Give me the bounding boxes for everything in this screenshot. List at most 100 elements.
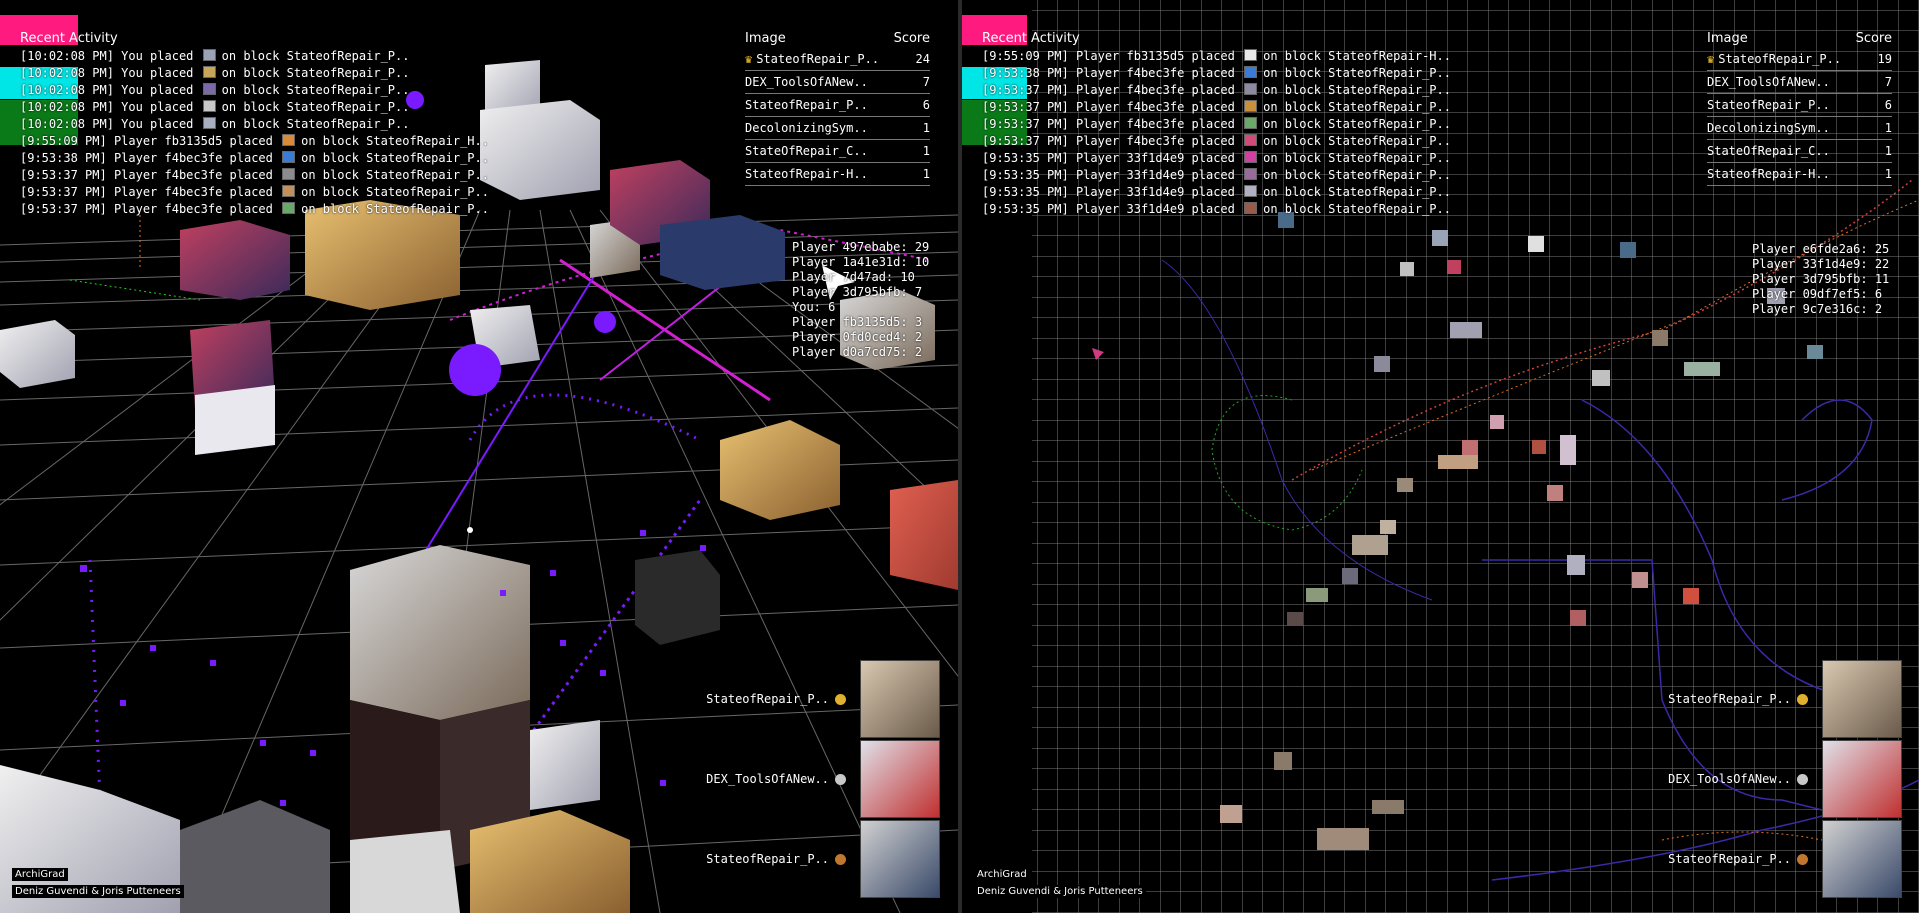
activity-text: Player 33f1d4e9 placed: [1075, 185, 1235, 199]
gallery-item[interactable]: StateofRepair_P..: [706, 820, 940, 898]
leaderboard-row: StateofRepair-H.. 1: [1707, 163, 1892, 186]
top-images-gallery[interactable]: StateofRepair_P.. DEX_ToolsOfANew.. Stateo…: [680, 660, 940, 905]
credits: ArchiGrad Deniz Guvendi & Joris Puttenee…: [12, 868, 184, 898]
activity-text: You placed: [121, 117, 194, 131]
gallery-image[interactable]: [860, 820, 940, 898]
activity-block: on block StateofRepair_P..: [221, 117, 410, 131]
activity-row: [9:53:37 PM] Player f4bec3fe placed on b…: [962, 82, 1451, 99]
activity-block: on block StateofRepair_P..: [301, 185, 489, 199]
player-score-row: You: 6: [792, 300, 836, 314]
player-score-row: Player e6fde2a6: 25: [1752, 242, 1890, 256]
activity-image-thumb: [1244, 117, 1258, 129]
activity-image-thumb: [1244, 202, 1258, 214]
leaderboard-score: 19: [1877, 52, 1892, 66]
player-score-row: Player fb3135d5: 3: [792, 315, 923, 329]
gallery-image[interactable]: [1822, 740, 1902, 818]
activity-row: [10:02:08 PM] You placed on block Stateo…: [0, 48, 489, 65]
activity-text: Player f4bec3fe placed: [113, 202, 273, 216]
leaderboard-name-cell: StateofRepair-H..: [1707, 163, 1830, 185]
leaderboard-image-name: StateOfRepair_C..: [745, 144, 868, 158]
activity-block: on block StateofRepair_P..: [1263, 117, 1451, 131]
leaderboard-name-cell: StateOfRepair_C..: [1707, 140, 1830, 162]
leaderboard-row: StateofRepair_P.. 6: [745, 94, 930, 117]
activity-image-thumb: [1244, 49, 1258, 61]
gallery-item[interactable]: DEX_ToolsOfANew..: [1668, 740, 1902, 818]
activity-row: [10:02:08 PM] You placed on block Stateo…: [0, 99, 489, 116]
gallery-item[interactable]: DEX_ToolsOfANew..: [706, 740, 940, 818]
activity-time: [9:53:37 PM]: [982, 134, 1069, 148]
activity-text: Player 33f1d4e9 placed: [1075, 202, 1235, 216]
gallery-image-label: DEX_ToolsOfANew..: [706, 772, 829, 786]
activity-row: [9:53:37 PM] Player f4bec3fe placed on b…: [0, 184, 489, 201]
activity-time: [9:53:37 PM]: [982, 100, 1069, 114]
activity-block: on block StateofRepair_P..: [301, 202, 489, 216]
activity-time: [9:53:37 PM]: [20, 168, 107, 182]
perspective-viewport[interactable]: Recent Activity [10:02:08 PM] You placed…: [0, 0, 958, 913]
leaderboard-row: DecolonizingSym.. 1: [745, 117, 930, 140]
activity-row: [9:53:37 PM] Player f4bec3fe placed on b…: [962, 133, 1451, 150]
gallery-image-label: StateofRepair_P..: [706, 852, 829, 866]
leaderboard-row: DEX_ToolsOfANew.. 7: [1707, 71, 1892, 94]
activity-image-thumb: [1244, 83, 1258, 95]
activity-row: [9:53:35 PM] Player 33f1d4e9 placed on b…: [962, 201, 1451, 218]
recent-activity-panel: Recent Activity [9:55:09 PM] Player fb31…: [962, 30, 1451, 218]
activity-time: [10:02:08 PM]: [20, 66, 114, 80]
leaderboard: Image Score ♛ StateofRepair_P.. 19 DEX_Tool…: [1707, 30, 1892, 186]
player-score-row: Player 0fd0ced4: 2: [792, 330, 923, 344]
activity-block: on block StateofRepair_P..: [221, 49, 410, 63]
activity-row: [9:53:37 PM] Player f4bec3fe placed on b…: [962, 116, 1451, 133]
medal-icon: [835, 773, 846, 785]
top-images-gallery[interactable]: StateofRepair_P.. DEX_ToolsOfANew.. Stateo…: [1642, 660, 1902, 905]
player-scores: Player e6fde2a6: 25 Player 33f1d4e9: 22 Pl…: [1752, 242, 1889, 317]
activity-row: [9:53:37 PM] Player f4bec3fe placed on b…: [962, 99, 1451, 116]
leaderboard-image-name: DEX_ToolsOfANew..: [745, 75, 868, 89]
medal-icon: [1797, 773, 1808, 785]
gallery-item[interactable]: StateofRepair_P..: [1668, 660, 1902, 738]
leaderboard-header: Image Score: [745, 30, 930, 48]
activity-image-thumb: [282, 151, 296, 163]
gallery-image[interactable]: [1822, 660, 1902, 738]
activity-image-thumb: [282, 185, 296, 197]
activity-row: [9:53:35 PM] Player 33f1d4e9 placed on b…: [962, 150, 1451, 167]
gallery-item[interactable]: StateofRepair_P..: [1668, 820, 1902, 898]
activity-text: Player f4bec3fe placed: [113, 151, 273, 165]
activity-block: on block StateofRepair_P..: [221, 100, 410, 114]
gallery-image[interactable]: [860, 740, 940, 818]
leaderboard-image-name: StateofRepair_P..: [1718, 52, 1842, 66]
leaderboard-score: 1: [922, 144, 930, 158]
recent-activity-title: Recent Activity: [982, 31, 1080, 46]
leaderboard-score-header: Score: [1855, 31, 1892, 46]
activity-text: Player f4bec3fe placed: [113, 168, 273, 182]
gallery-image-label: StateofRepair_P..: [1668, 692, 1791, 706]
leaderboard-score: 24: [915, 52, 930, 66]
leaderboard-score: 1: [922, 121, 930, 135]
activity-block: on block StateofRepair_P..: [1263, 168, 1451, 182]
leaderboard-image-name: DecolonizingSym..: [1707, 121, 1830, 135]
activity-image-thumb: [202, 66, 216, 78]
leaderboard-name-cell: ♛ StateofRepair_P..: [1707, 48, 1841, 70]
leaderboard-row: ♛ StateofRepair_P.. 19: [1707, 48, 1892, 71]
activity-time: [10:02:08 PM]: [20, 100, 114, 114]
gallery-image[interactable]: [1822, 820, 1902, 898]
activity-block: on block StateofRepair_P..: [1263, 185, 1451, 199]
gallery-image[interactable]: [860, 660, 940, 738]
activity-text: Player f4bec3fe placed: [113, 185, 273, 199]
leaderboard-name-cell: ♛ StateofRepair_P..: [745, 48, 879, 70]
leaderboard-score: 1: [1884, 121, 1892, 135]
activity-time: [10:02:08 PM]: [20, 117, 114, 131]
topdown-viewport[interactable]: Recent Activity [9:55:09 PM] Player fb31…: [962, 0, 1919, 913]
activity-text: You placed: [121, 66, 194, 80]
leaderboard-row: StateofRepair_P.. 6: [1707, 94, 1892, 117]
activity-text: Player f4bec3fe placed: [1075, 100, 1235, 114]
activity-time: [9:55:09 PM]: [20, 134, 107, 148]
credit-authors: Deniz Guvendi & Joris Putteneers: [974, 885, 1146, 898]
activity-image-thumb: [202, 117, 216, 129]
leaderboard-name-cell: DecolonizingSym..: [745, 117, 868, 139]
activity-block: on block StateofRepair_P..: [1263, 202, 1451, 216]
leaderboard-name-cell: DEX_ToolsOfANew..: [745, 71, 868, 93]
player-scores: Player 497ebabe: 29 Player 1a41e31d: 10 Pl…: [792, 240, 929, 360]
gallery-item[interactable]: StateofRepair_P..: [706, 660, 940, 738]
activity-time: [9:53:38 PM]: [20, 151, 107, 165]
leaderboard-name-cell: DecolonizingSym..: [1707, 117, 1830, 139]
activity-row: [9:53:35 PM] Player 33f1d4e9 placed on b…: [962, 184, 1451, 201]
